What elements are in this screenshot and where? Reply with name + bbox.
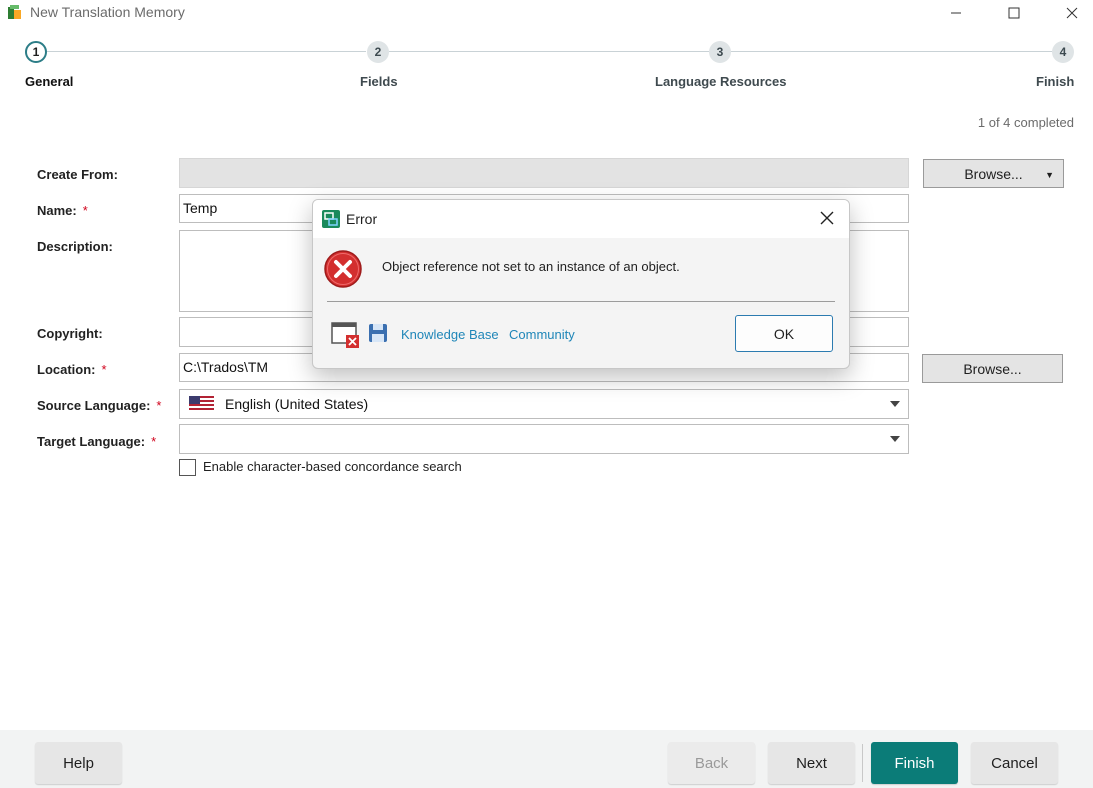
description-label: Description: bbox=[37, 239, 113, 254]
chevron-down-icon bbox=[890, 401, 900, 407]
minimize-icon bbox=[951, 12, 961, 14]
help-button[interactable]: Help bbox=[35, 742, 122, 784]
step-2-label[interactable]: Fields bbox=[360, 74, 398, 89]
dialog-divider bbox=[327, 301, 835, 302]
trados-app-icon bbox=[322, 210, 340, 228]
copyright-label: Copyright: bbox=[37, 326, 103, 341]
step-2-indicator[interactable]: 2 bbox=[367, 41, 389, 63]
footer-divider bbox=[862, 744, 863, 782]
source-language-select[interactable]: English (United States) bbox=[179, 389, 909, 419]
browse-label: Browse... bbox=[963, 360, 1022, 377]
step-1-label[interactable]: General bbox=[25, 74, 73, 89]
location-browse-button[interactable]: Browse... bbox=[922, 354, 1063, 383]
location-label: Location: * bbox=[37, 362, 107, 377]
window-error-icon[interactable] bbox=[331, 321, 361, 349]
save-icon[interactable] bbox=[368, 323, 388, 343]
chevron-down-icon bbox=[890, 436, 900, 442]
dialog-title: Error bbox=[346, 211, 378, 227]
browse-label: Browse... bbox=[964, 165, 1023, 182]
dropdown-arrow-icon: ▼ bbox=[1045, 170, 1054, 180]
knowledge-base-link[interactable]: Knowledge Base bbox=[401, 327, 499, 342]
back-button[interactable]: Back bbox=[668, 742, 755, 784]
progress-text: 1 of 4 completed bbox=[977, 115, 1074, 130]
cancel-button[interactable]: Cancel bbox=[971, 742, 1058, 784]
required-marker: * bbox=[156, 398, 162, 413]
error-icon bbox=[324, 250, 362, 288]
app-icon bbox=[8, 5, 21, 19]
window-title: New Translation Memory bbox=[30, 4, 185, 20]
wizard-steps: 1 2 3 4 General Fields Language Resource… bbox=[0, 38, 1093, 98]
create-from-label: Create From: bbox=[37, 167, 118, 182]
community-link[interactable]: Community bbox=[509, 327, 575, 342]
maximize-icon bbox=[1008, 7, 1020, 19]
step-4-label[interactable]: Finish bbox=[1036, 74, 1074, 89]
create-from-browse-button[interactable]: Browse... ▼ bbox=[923, 159, 1064, 188]
create-from-field bbox=[179, 158, 909, 188]
step-1-indicator[interactable]: 1 bbox=[25, 41, 47, 63]
step-connector bbox=[731, 51, 1052, 52]
step-3-label[interactable]: Language Resources bbox=[655, 74, 787, 89]
required-marker: * bbox=[101, 362, 107, 377]
step-connector bbox=[47, 51, 366, 52]
target-language-label: Target Language: * bbox=[37, 434, 157, 449]
name-label: Name: * bbox=[37, 203, 88, 218]
maximize-button[interactable] bbox=[991, 0, 1037, 26]
required-marker: * bbox=[151, 434, 157, 449]
step-connector bbox=[389, 51, 709, 52]
source-language-value: English (United States) bbox=[225, 396, 369, 412]
footer-bar: Help Back Next Finish Cancel bbox=[0, 730, 1093, 788]
finish-button[interactable]: Finish bbox=[871, 742, 958, 784]
error-message: Object reference not set to an instance … bbox=[382, 259, 680, 274]
minimize-button[interactable] bbox=[933, 0, 979, 26]
next-button[interactable]: Next bbox=[768, 742, 855, 784]
step-3-indicator[interactable]: 3 bbox=[709, 41, 731, 63]
step-4-indicator[interactable]: 4 bbox=[1052, 41, 1074, 63]
concordance-checkbox[interactable] bbox=[179, 459, 196, 476]
close-icon[interactable] bbox=[819, 210, 835, 226]
target-language-select[interactable] bbox=[179, 424, 909, 454]
us-flag-icon bbox=[189, 396, 214, 412]
concordance-label[interactable]: Enable character-based concordance searc… bbox=[203, 459, 462, 474]
required-marker: * bbox=[82, 203, 88, 218]
dialog-title-bar: Error bbox=[313, 200, 849, 238]
ok-button[interactable]: OK bbox=[735, 315, 833, 352]
close-window-button[interactable] bbox=[1049, 0, 1093, 26]
source-language-label: Source Language: * bbox=[37, 398, 162, 413]
close-icon bbox=[1066, 7, 1078, 19]
error-dialog: Error Object reference not set to an ins… bbox=[312, 199, 850, 369]
title-bar: New Translation Memory bbox=[0, 0, 1093, 26]
